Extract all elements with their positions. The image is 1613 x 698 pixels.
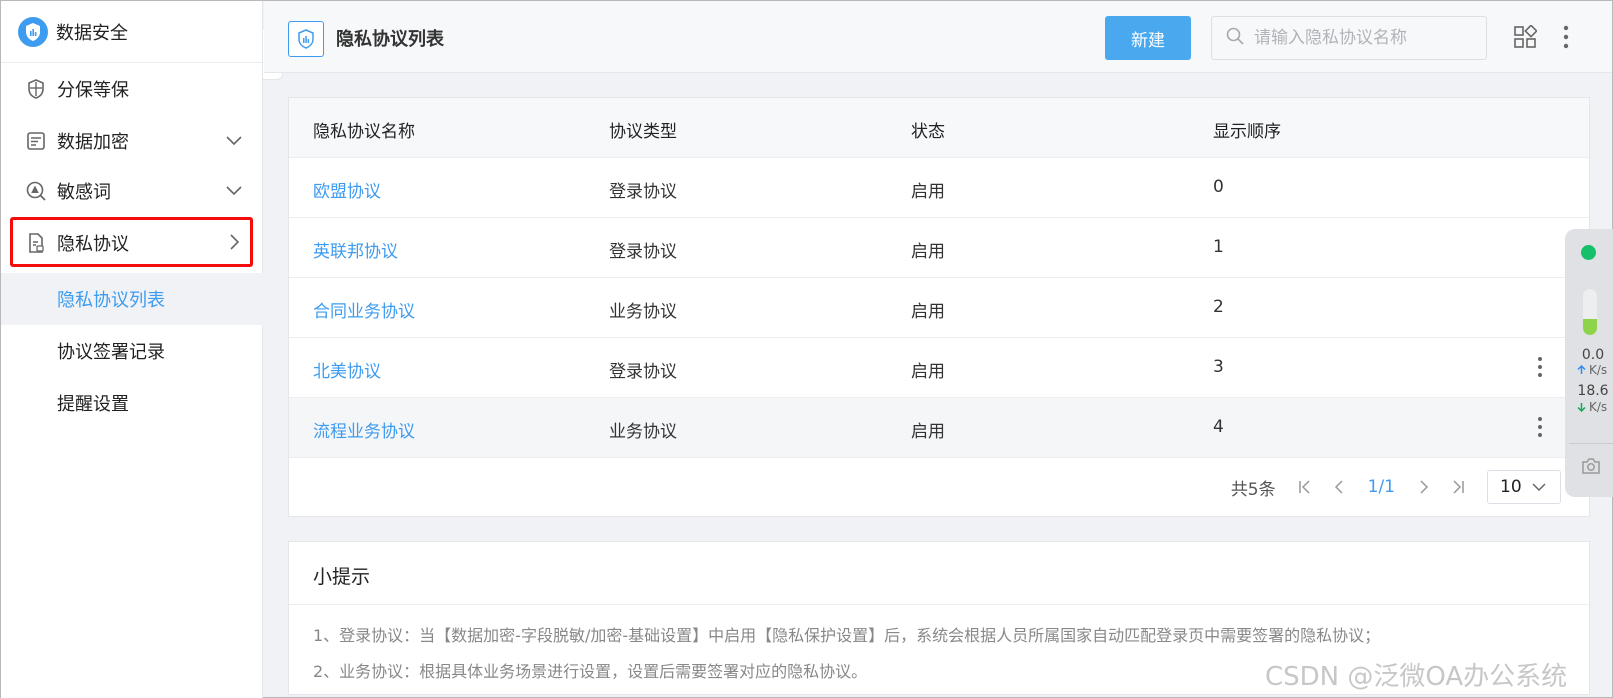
- divider: [289, 604, 1589, 605]
- table-row[interactable]: 欧盟协议 登录协议 启用 0: [289, 158, 1589, 218]
- download-value: 18.6: [1577, 383, 1609, 399]
- magnifier-warning-icon: [25, 180, 47, 202]
- upload-unit: K/s: [1577, 363, 1607, 377]
- tip-line: 1、登录协议：当【数据加密-字段脱敏/加密-基础设置】中启用【隐私保护设置】后，…: [313, 626, 1381, 645]
- prev-page-icon[interactable]: [1334, 479, 1344, 495]
- sidebar-item-label: 数据加密: [57, 132, 129, 153]
- network-speed-widget[interactable]: 0.0 K/s 18.6 K/s: [1565, 229, 1613, 497]
- page-header: 隐私协议列表 新建: [264, 1, 1612, 73]
- column-header-status: 状态: [911, 122, 945, 142]
- agreement-order: 2: [1213, 297, 1224, 317]
- agreement-name-link[interactable]: 北美协议: [313, 357, 381, 382]
- chevron-down-icon: [225, 131, 243, 154]
- status-dot: [1581, 245, 1596, 260]
- table-header-row: 隐私协议名称 协议类型 状态 显示顺序: [289, 98, 1589, 158]
- document-list-icon: [25, 130, 47, 152]
- shield-logo-icon: [18, 16, 48, 47]
- next-page-icon[interactable]: [1419, 479, 1429, 495]
- sidebar-sub-reminder-settings[interactable]: 提醒设置: [1, 377, 263, 429]
- agreement-name-link[interactable]: 流程业务协议: [313, 417, 415, 442]
- agreement-status: 启用: [911, 242, 945, 262]
- shield-chart-icon: [288, 21, 324, 57]
- table-row[interactable]: 合同业务协议 业务协议 启用 2: [289, 278, 1589, 338]
- agreement-order: 3: [1213, 357, 1224, 377]
- search-input[interactable]: [1254, 28, 1474, 48]
- agreement-type: 业务协议: [609, 302, 677, 322]
- agreement-name-link[interactable]: 英联邦协议: [313, 237, 398, 262]
- arrow-down-icon: [1577, 403, 1586, 412]
- agreement-type: 登录协议: [609, 182, 677, 202]
- agreement-type: 登录协议: [609, 242, 677, 262]
- usage-gauge-fill: [1583, 318, 1597, 335]
- chevron-down-icon: [225, 181, 243, 204]
- page-title: 隐私协议列表: [336, 29, 444, 50]
- app-title: 数据安全: [56, 22, 128, 44]
- total-count: 共5条: [1230, 479, 1276, 500]
- watermark: CSDN @泛微OA办公系统: [1265, 662, 1568, 692]
- agreement-status: 启用: [911, 182, 945, 202]
- last-page-icon[interactable]: [1451, 479, 1465, 495]
- sidebar-item-label: 敏感词: [57, 182, 111, 203]
- page-size-select[interactable]: 10: [1487, 470, 1561, 504]
- sidebar-item-label: 分保等保: [57, 80, 129, 101]
- row-more-icon[interactable]: [1537, 416, 1543, 443]
- layout-grid-icon[interactable]: [1513, 24, 1538, 53]
- agreement-type: 业务协议: [609, 422, 677, 442]
- sidebar-item-privacy-agreement[interactable]: 隐私协议: [1, 217, 263, 269]
- first-page-icon[interactable]: [1298, 479, 1312, 495]
- sidebar-item-label: 隐私协议: [57, 234, 129, 255]
- upload-value: 0.0: [1581, 347, 1605, 363]
- agreement-name-link[interactable]: 合同业务协议: [313, 297, 415, 322]
- tips-title: 小提示: [313, 566, 371, 588]
- shield-check-icon: [25, 78, 47, 100]
- column-header-name: 隐私协议名称: [313, 122, 415, 142]
- table-row[interactable]: 英联邦协议 登录协议 启用 1: [289, 218, 1589, 278]
- current-page: 1/1: [1367, 477, 1395, 497]
- usage-gauge: [1583, 289, 1597, 335]
- chevron-down-icon: [1532, 477, 1546, 497]
- agreement-order: 0: [1213, 177, 1224, 197]
- sidebar-sub-privacy-list[interactable]: 隐私协议列表: [1, 273, 263, 325]
- download-unit: K/s: [1577, 400, 1607, 414]
- agreement-status: 启用: [911, 362, 945, 382]
- sidebar-item-data-encryption[interactable]: 数据加密: [1, 115, 263, 167]
- agreement-table-card: 隐私协议名称 协议类型 状态 显示顺序 欧盟协议 登录协议 启用 0 英联邦协议…: [288, 97, 1590, 517]
- sidebar: 数据安全 分保等保 数据加密 敏感词 隐私协议 隐私协议列表 协议签署记录 提醒…: [1, 1, 263, 698]
- agreement-order: 1: [1213, 237, 1224, 257]
- agreement-name-link[interactable]: 欧盟协议: [313, 177, 381, 202]
- sidebar-item-classified-protection[interactable]: 分保等保: [1, 63, 263, 115]
- divider: [1569, 443, 1613, 444]
- agreement-type: 登录协议: [609, 362, 677, 382]
- sidebar-sub-sign-records[interactable]: 协议签署记录: [1, 325, 263, 377]
- pagination: 共5条 1/1 10: [1231, 470, 1561, 504]
- tip-line: 2、业务协议：根据具体业务场景进行设置，设置后需要签署对应的隐私协议。: [313, 662, 868, 681]
- document-lock-icon: [25, 232, 47, 254]
- column-header-type: 协议类型: [609, 122, 677, 142]
- column-header-order: 显示顺序: [1213, 122, 1281, 142]
- search-icon: [1226, 27, 1244, 49]
- new-button[interactable]: 新建: [1105, 16, 1191, 60]
- sidebar-header: 数据安全: [1, 1, 262, 63]
- agreement-status: 启用: [911, 422, 945, 442]
- page-size-value: 10: [1500, 477, 1522, 497]
- row-more-icon[interactable]: [1537, 356, 1543, 383]
- table-row[interactable]: 流程业务协议 业务协议 启用 4: [289, 398, 1589, 458]
- search-box[interactable]: [1211, 16, 1487, 60]
- camera-icon[interactable]: [1581, 457, 1601, 479]
- agreement-status: 启用: [911, 302, 945, 322]
- table-row[interactable]: 北美协议 登录协议 启用 3: [289, 338, 1589, 398]
- sidebar-item-sensitive-words[interactable]: 敏感词: [1, 165, 263, 217]
- chevron-right-icon: [225, 233, 243, 256]
- agreement-order: 4: [1213, 417, 1224, 437]
- more-vertical-icon[interactable]: [1562, 25, 1570, 53]
- arrow-up-icon: [1577, 365, 1586, 374]
